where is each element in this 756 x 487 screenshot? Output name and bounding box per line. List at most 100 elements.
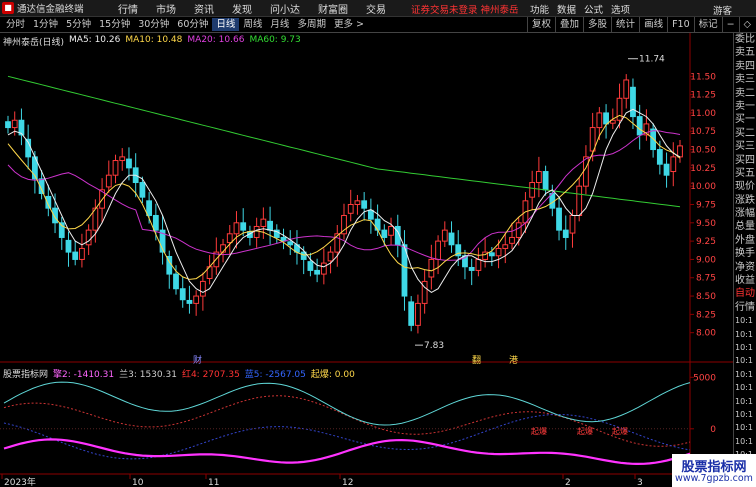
time-tick-label: 3: [637, 478, 643, 487]
price-tick-label: 10.50: [690, 146, 716, 156]
menu-item-news[interactable]: 资讯: [185, 1, 223, 16]
login-notice[interactable]: 证券交易未登录 神州泰岳: [411, 2, 519, 16]
candle-body: [569, 214, 576, 234]
menu-item-discover[interactable]: 发现: [223, 1, 261, 16]
period-tab-4[interactable]: 30分钟: [134, 18, 173, 31]
indicator-tag-1: 起爆: [531, 426, 547, 436]
price-tick-label: 8.75: [696, 274, 716, 284]
side-item-23[interactable]: 10:1: [734, 341, 756, 354]
side-item-14[interactable]: 总量: [734, 220, 756, 233]
chart-area[interactable]: 11.74 7.83 11.50 11.25 11.00 10.75 10.50 10.25…: [0, 33, 733, 487]
tool-button-5[interactable]: F10: [667, 17, 694, 32]
side-item-4[interactable]: 卖二: [734, 87, 756, 100]
tool-button-2[interactable]: 多股: [583, 17, 611, 32]
side-item-20[interactable]: 行情: [734, 301, 756, 314]
indicator-v1: 擎2: -1410.31: [53, 370, 115, 380]
menu-item-formula[interactable]: 公式: [584, 2, 603, 16]
side-item-3[interactable]: 卖三: [734, 73, 756, 86]
event-marker-finance[interactable]: 财: [193, 353, 202, 366]
high-label: 11.74: [639, 55, 665, 65]
tool-button-1[interactable]: 叠加: [555, 17, 583, 32]
candle-body: [562, 229, 569, 238]
title-bar: ■ 通达信金融终端 行情 市场 资讯 发现 问小达 财富圈 交易 证券交易未登录…: [0, 0, 756, 17]
candle-body: [515, 222, 522, 238]
tool-button-8[interactable]: ◇: [738, 17, 755, 32]
period-tab-0[interactable]: 分时: [2, 18, 29, 31]
candle-body: [656, 149, 663, 165]
side-item-24[interactable]: 10:1: [734, 354, 756, 367]
guest-label[interactable]: 游客: [713, 3, 732, 17]
menu-item-function[interactable]: 功能: [530, 2, 549, 16]
menu-item-markets[interactable]: 市场: [147, 1, 185, 16]
candle-body: [139, 182, 146, 198]
menu-item-market[interactable]: 行情: [109, 1, 147, 16]
candle-body: [186, 299, 193, 304]
tool-button-0[interactable]: 复权: [527, 17, 555, 32]
indicator-name: 股票指标网: [3, 370, 49, 380]
side-item-0[interactable]: 委比: [734, 33, 756, 46]
candle-body: [79, 247, 85, 260]
candle-body: [448, 232, 455, 246]
side-item-16[interactable]: 换手: [734, 247, 756, 260]
indicator-v2: 兰3: 1530.31: [119, 370, 177, 380]
side-item-15[interactable]: 外盘: [734, 234, 756, 247]
candle-body: [126, 158, 132, 169]
side-item-10[interactable]: 买五: [734, 167, 756, 180]
indicator-panel: 起爆 起爆 起爆: [0, 381, 691, 466]
candle-body: [488, 252, 495, 257]
menu-item-options[interactable]: 选项: [611, 2, 630, 16]
menu-item-data[interactable]: 数据: [557, 2, 576, 16]
menu-item-wealth[interactable]: 财富圈: [309, 1, 357, 16]
period-tab-7[interactable]: 周线: [239, 18, 266, 31]
side-item-25[interactable]: 10:1: [734, 368, 756, 381]
menu-item-trade[interactable]: 交易: [357, 1, 395, 16]
period-tab-6[interactable]: 日线: [212, 18, 240, 31]
side-item-1[interactable]: 卖五: [734, 46, 756, 59]
candle-body: [475, 258, 482, 271]
candle-body: [65, 239, 72, 253]
period-tab-8[interactable]: 月线: [266, 18, 293, 31]
side-item-21[interactable]: 10:1: [734, 314, 756, 327]
candle-body: [596, 112, 603, 129]
period-tab-5[interactable]: 60分钟: [173, 18, 212, 31]
side-item-27[interactable]: 10:1: [734, 395, 756, 408]
tool-button-6[interactable]: 标记: [693, 17, 722, 32]
side-item-11[interactable]: 现价: [734, 180, 756, 193]
side-item-18[interactable]: 收益: [734, 274, 756, 287]
side-item-5[interactable]: 卖一: [734, 100, 756, 113]
period-tab-10[interactable]: 更多 >: [330, 18, 368, 31]
side-item-12[interactable]: 涨跌: [734, 194, 756, 207]
side-item-17[interactable]: 净资: [734, 261, 756, 274]
event-marker-hk[interactable]: 港: [509, 353, 518, 366]
candle-body: [583, 156, 589, 187]
period-tab-1[interactable]: 1分钟: [29, 18, 62, 31]
side-item-6[interactable]: 买一: [734, 113, 756, 126]
period-tab-9[interactable]: 多周期: [293, 18, 330, 31]
price-tick-label: 9.25: [696, 237, 716, 247]
indicator-v3: 红4: 2707.35: [181, 370, 240, 380]
tool-button-3[interactable]: 统计: [611, 17, 639, 32]
event-marker-flip[interactable]: 翻: [472, 353, 481, 366]
side-item-28[interactable]: 10:1: [734, 408, 756, 421]
side-item-7[interactable]: 买二: [734, 127, 756, 140]
side-item-22[interactable]: 10:1: [734, 328, 756, 341]
side-item-8[interactable]: 买三: [734, 140, 756, 153]
side-item-19[interactable]: 自动: [734, 287, 756, 300]
candle-body: [314, 269, 321, 275]
side-item-29[interactable]: 10:1: [734, 421, 756, 434]
side-item-26[interactable]: 10:1: [734, 381, 756, 394]
price-tick-label: 11.00: [690, 109, 716, 119]
side-item-2[interactable]: 卖四: [734, 60, 756, 73]
side-item-13[interactable]: 涨幅: [734, 207, 756, 220]
side-item-30[interactable]: 10:1: [734, 435, 756, 448]
tool-button-7[interactable]: −: [721, 17, 739, 32]
candle-body: [5, 121, 11, 129]
tool-button-4[interactable]: 画线: [639, 17, 667, 32]
side-item-9[interactable]: 买四: [734, 154, 756, 167]
ma10-value: MA10: 10.48: [125, 35, 183, 45]
candle-body: [670, 156, 677, 173]
period-tab-2[interactable]: 5分钟: [62, 18, 95, 31]
period-tab-3[interactable]: 15分钟: [95, 18, 134, 31]
price-tick-label: 10.75: [690, 127, 716, 137]
menu-item-ask[interactable]: 问小达: [261, 1, 309, 16]
